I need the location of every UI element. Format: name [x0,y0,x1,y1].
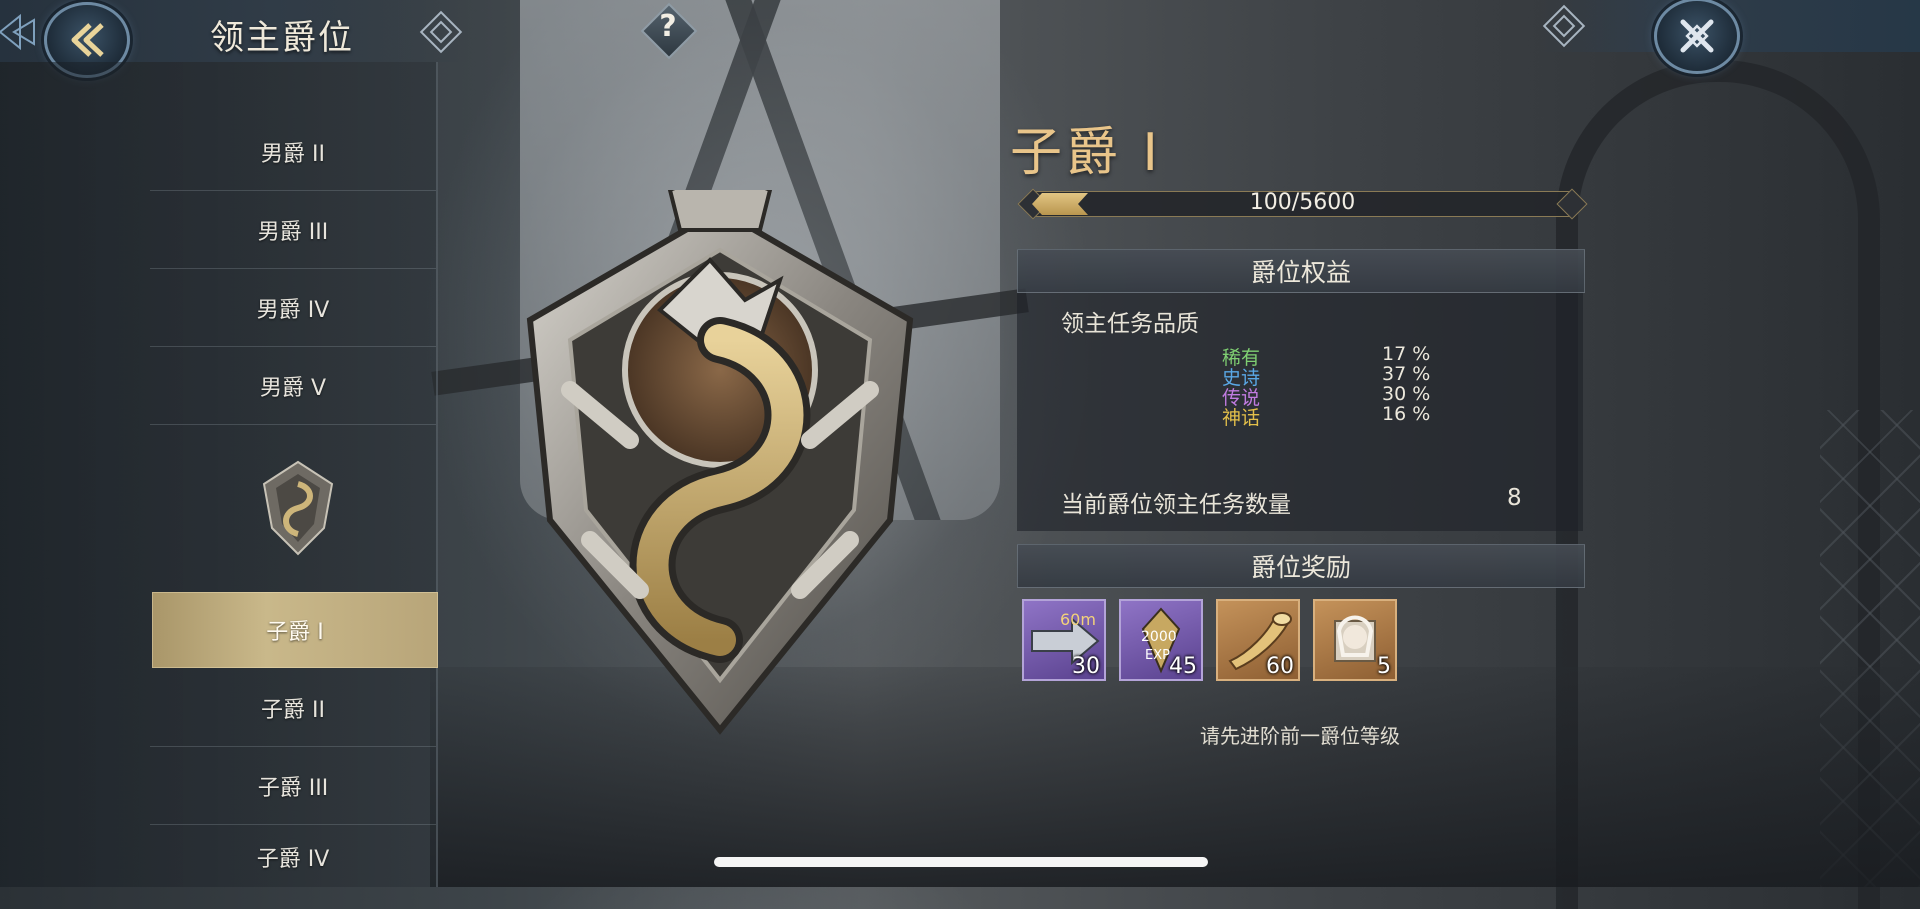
reward-item-exp[interactable]: 2000 EXP 45 [1119,599,1203,681]
reward-item-horn[interactable]: 60 [1216,599,1300,681]
quality-value: 37 % [1382,363,1431,385]
sidebar-item-viscount-3[interactable]: 子爵 III [150,748,436,825]
quality-label: 领主任务品质 [1061,311,1199,337]
quality-row-epic: 史诗 37 % [1222,363,1452,389]
sidebar-item-viscount-1[interactable]: 子爵 I [152,592,438,668]
progress-text: 100/5600 [1249,190,1356,215]
task-count-row: 当前爵位领主任务数量 8 [1061,485,1522,519]
sidebar-item-label: 男爵 II [261,142,325,167]
quality-value: 30 % [1382,383,1431,405]
rank-progress-bar: 100/5600 [1017,187,1588,221]
quality-value: 17 % [1382,343,1431,365]
task-count-value: 8 [1507,485,1522,511]
sidebar-item-baron-5[interactable]: 男爵 V [150,348,436,425]
quality-row-legendary: 传说 30 % [1222,383,1452,409]
sidebar-item-label: 子爵 I [266,620,324,645]
reward-count: 45 [1169,654,1197,679]
sidebar-item-label: 子爵 II [261,698,325,723]
close-icon [1680,19,1714,53]
svg-text:EXP: EXP [1145,648,1170,663]
reward-badge-text: 2000 [1141,629,1177,645]
quality-name: 神话 [1222,407,1261,429]
quality-row-rare: 稀有 17 % [1222,343,1452,369]
help-button[interactable]: ? [640,2,698,60]
knot-ornament-icon [1542,4,1586,48]
knot-ornament-icon [419,10,463,54]
reward-count: 30 [1072,654,1100,679]
rewards-header: 爵位奖励 [1017,544,1585,588]
sidebar-item-label: 男爵 III [257,220,329,245]
sidebar-item-label: 男爵 IV [256,298,330,323]
reward-badge-text: 60m [1060,610,1096,629]
sidebar-item-viscount-4[interactable]: 子爵 IV [150,826,436,887]
sidebar-item-baron-2[interactable]: 男爵 II [150,114,436,191]
sidebar-item-baron-4[interactable]: 男爵 IV [150,270,436,347]
close-button[interactable] [1654,0,1740,74]
home-indicator[interactable] [714,857,1208,867]
reward-note: 请先进阶前一爵位等级 [1200,724,1400,748]
reward-count: 5 [1377,654,1391,679]
benefits-header: 爵位权益 [1017,249,1585,293]
reward-item-speedup[interactable]: 60m 30 [1022,599,1106,681]
sidebar-item-label: 子爵 IV [256,846,330,872]
quality-value: 16 % [1382,403,1431,425]
reward-count: 60 [1266,654,1294,679]
double-chevron-left-icon [71,23,104,57]
mini-crest-icon [262,460,334,556]
rank-crest-emblem [526,190,914,735]
task-count-label: 当前爵位领主任务数量 [1061,492,1291,518]
sidebar-item-label: 子爵 III [257,776,329,801]
quality-row-mythic: 神话 16 % [1222,403,1452,429]
sidebar-item-label: 男爵 V [259,376,327,401]
ornament-icon [0,13,35,51]
page-title: 领主爵位 [210,18,354,58]
question-mark-icon: ? [659,9,677,44]
rank-title: 子爵 I [1010,123,1162,183]
sidebar-item-baron-3[interactable]: 男爵 III [150,192,436,269]
sidebar-item-viscount-2[interactable]: 子爵 II [150,670,436,747]
reward-item-hero[interactable]: 5 [1313,599,1397,681]
